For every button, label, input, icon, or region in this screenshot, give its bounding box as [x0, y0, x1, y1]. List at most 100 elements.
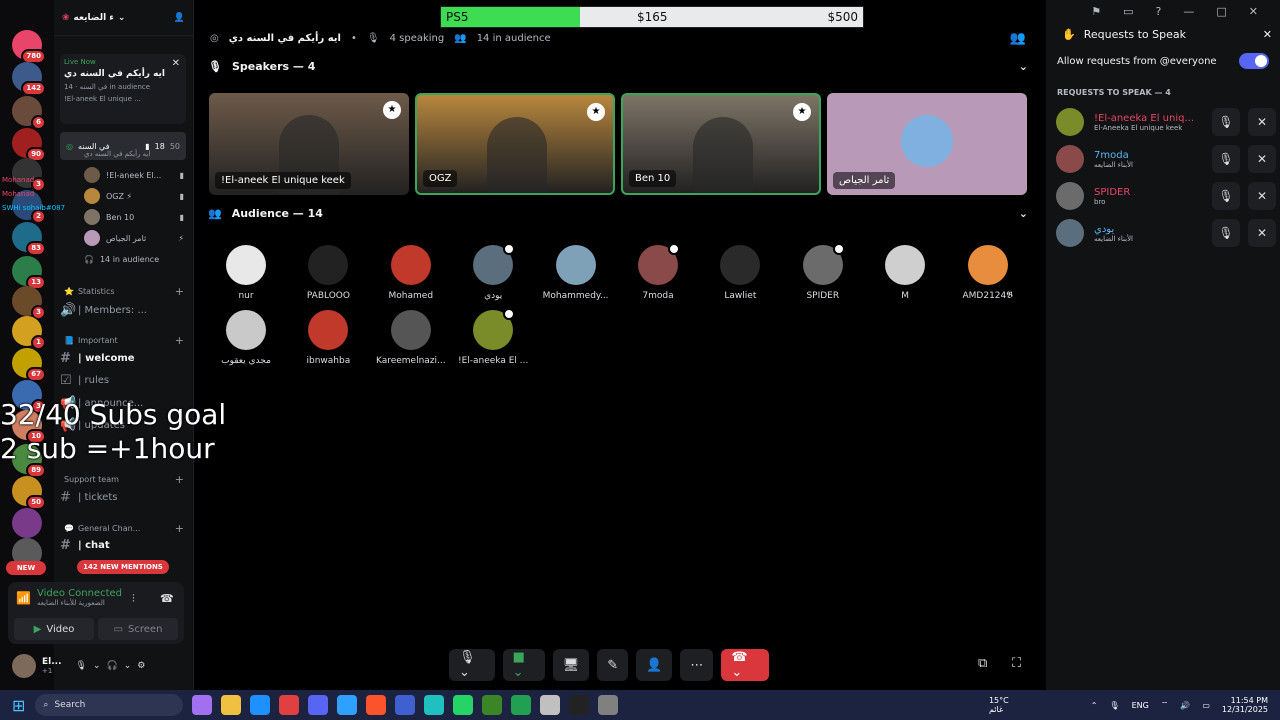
category-general[interactable]: 💬 General Chan... +: [64, 522, 184, 535]
file-explorer-icon[interactable]: [221, 695, 242, 715]
server-icon[interactable]: 83: [12, 222, 46, 256]
server-icon[interactable]: 1: [12, 316, 46, 350]
dismiss-request-button[interactable]: ✕: [1248, 108, 1276, 136]
vc-status[interactable]: Video Connected: [37, 588, 122, 599]
new-mentions-badge[interactable]: 142 NEW MENTIONS: [77, 560, 169, 574]
minecraft-icon[interactable]: [482, 695, 503, 715]
mic-icon[interactable]: 🎙: [76, 661, 87, 671]
language-indicator[interactable]: ENG: [1132, 701, 1149, 710]
audience-member[interactable]: PABLOOO: [290, 245, 366, 301]
chevron-up-icon[interactable]: ⌃: [1091, 701, 1098, 710]
accept-request-button[interactable]: 🎙: [1212, 108, 1240, 136]
screen-button[interactable]: ▭ Screen: [98, 618, 178, 640]
channel-members[interactable]: 🔊 | Members: ...: [60, 301, 188, 319]
premiere-icon[interactable]: [395, 695, 416, 715]
video-button[interactable]: ▶ Video: [14, 618, 94, 640]
noise-icon[interactable]: ⫶: [132, 592, 135, 606]
epic-icon[interactable]: [569, 695, 590, 715]
audience-member[interactable]: nur: [208, 245, 284, 301]
server-icon[interactable]: 6: [12, 96, 46, 130]
new-badge[interactable]: NEW: [6, 561, 46, 575]
dismiss-request-button[interactable]: ✕: [1248, 182, 1276, 210]
brave-icon[interactable]: [366, 695, 387, 715]
screenshare-button[interactable]: 🖥: [552, 649, 590, 681]
photoshop-icon[interactable]: [337, 695, 358, 715]
speakers-header[interactable]: 🎙 Speakers — 4 ⌄: [208, 60, 1028, 73]
dismiss-request-button[interactable]: ✕: [1248, 219, 1276, 247]
close-window-icon[interactable]: ✕: [1249, 5, 1258, 18]
excel-icon[interactable]: [511, 695, 532, 715]
whatsapp-icon[interactable]: [453, 695, 474, 715]
server-header[interactable]: ❀ ء الضايعه ⌄ 👤: [54, 0, 193, 36]
speaker-tile[interactable]: ★ !El-aneek El unique keek: [209, 93, 409, 195]
chevron-down-icon[interactable]: ⌄: [124, 661, 132, 671]
server-icon[interactable]: 3: [12, 286, 46, 320]
channel-chat[interactable]: # | chat: [60, 536, 188, 554]
maximize-icon[interactable]: □: [1216, 5, 1226, 18]
windows-start-icon[interactable]: ⊞: [12, 696, 25, 715]
weather-widget[interactable]: 15°C غائم: [989, 696, 1009, 714]
audience-member[interactable]: M: [867, 245, 943, 301]
obs-icon[interactable]: [540, 695, 561, 715]
capcut-icon[interactable]: [424, 695, 445, 715]
server-icon[interactable]: 50: [12, 476, 46, 510]
server-icon[interactable]: 13: [12, 256, 46, 290]
server-icon[interactable]: 142: [12, 62, 46, 96]
more-button[interactable]: ⋯: [680, 649, 714, 681]
speaker-tile[interactable]: ★ OGZ: [415, 93, 615, 195]
activity-button[interactable]: ✎: [597, 649, 629, 681]
close-icon[interactable]: ✕: [172, 58, 180, 69]
accept-request-button[interactable]: 🎙: [1212, 182, 1240, 210]
leave-button[interactable]: ☎ ⌄: [721, 649, 769, 681]
live-now-card[interactable]: Live Now ايه رأيكم في السنه دي في السنه …: [60, 54, 186, 124]
audience-member[interactable]: AMD2124𝕭: [950, 245, 1026, 301]
audience-member[interactable]: مجدي يعقوب: [208, 310, 284, 366]
flag-icon[interactable]: ⚑: [1091, 5, 1101, 18]
copilot-icon[interactable]: [192, 695, 213, 715]
in-audience[interactable]: 🎧 14 in audience: [84, 250, 184, 268]
channel-welcome[interactable]: # | welcome: [60, 349, 188, 367]
gear-icon[interactable]: ⚙: [137, 661, 145, 671]
popout-icon[interactable]: ⧉: [978, 656, 987, 671]
audience-member[interactable]: Mohammedy...: [538, 245, 614, 301]
channel-tickets[interactable]: # | tickets: [60, 488, 188, 506]
audience-member[interactable]: !El-aneeka El ...: [455, 308, 531, 366]
audience-member[interactable]: SPIDER: [785, 243, 861, 301]
accept-request-button[interactable]: 🎙: [1212, 219, 1240, 247]
audience-member[interactable]: Mohamed: [373, 245, 449, 301]
audience-header[interactable]: 👥 Audience — 14 ⌄: [208, 207, 1028, 220]
avatar[interactable]: [12, 654, 36, 678]
fullscreen-icon[interactable]: ⛶: [1012, 656, 1021, 671]
allow-requests-toggle[interactable]: [1239, 53, 1269, 69]
speak-request[interactable]: يودي الأبناء الضايعه 🎙 ✕: [1056, 218, 1276, 248]
channel-rules[interactable]: ☑ | rules: [60, 371, 188, 389]
minimize-icon[interactable]: —: [1183, 5, 1194, 18]
plus-icon[interactable]: +: [175, 285, 184, 298]
headphones-icon[interactable]: 🎧: [106, 661, 117, 671]
invite-icon[interactable]: 👥: [1010, 31, 1026, 46]
inbox-icon[interactable]: ▭: [1123, 5, 1133, 18]
voice-member[interactable]: Ben 10 ▮: [84, 208, 184, 226]
server-icon[interactable]: 67: [12, 348, 46, 382]
clock[interactable]: 11:54 PM 12/31/2025: [1222, 696, 1268, 714]
edge-icon[interactable]: [250, 695, 271, 715]
network-icon[interactable]: ⌔: [1161, 700, 1169, 710]
volume-icon[interactable]: 🔊: [1180, 701, 1190, 710]
server-icon[interactable]: 780: [12, 30, 46, 64]
category-statistics[interactable]: ⭐ Statistics +: [64, 285, 184, 298]
voice-member[interactable]: !El-aneek El... ▮: [84, 166, 184, 184]
help-icon[interactable]: ?: [1156, 5, 1162, 18]
speak-request[interactable]: 7moda الأبناء الضايعه 🎙 ✕: [1056, 144, 1276, 174]
discord-icon[interactable]: [308, 695, 329, 715]
chrome-icon[interactable]: [279, 695, 300, 715]
settings-icon[interactable]: [598, 695, 619, 715]
audience-member[interactable]: يودي: [455, 243, 531, 301]
audience-member[interactable]: 7moda: [620, 243, 696, 301]
mic-tray-icon[interactable]: 🎙: [1109, 701, 1119, 710]
voice-member[interactable]: ثامر الجياص ⚡: [84, 229, 184, 247]
audience-member[interactable]: Lawliet: [702, 245, 778, 301]
speaker-tile[interactable]: ثامر الجياص: [827, 93, 1027, 195]
plus-icon[interactable]: +: [175, 334, 184, 347]
add-member-icon[interactable]: 👤: [174, 13, 185, 23]
category-important[interactable]: 📘 Important +: [64, 334, 184, 347]
